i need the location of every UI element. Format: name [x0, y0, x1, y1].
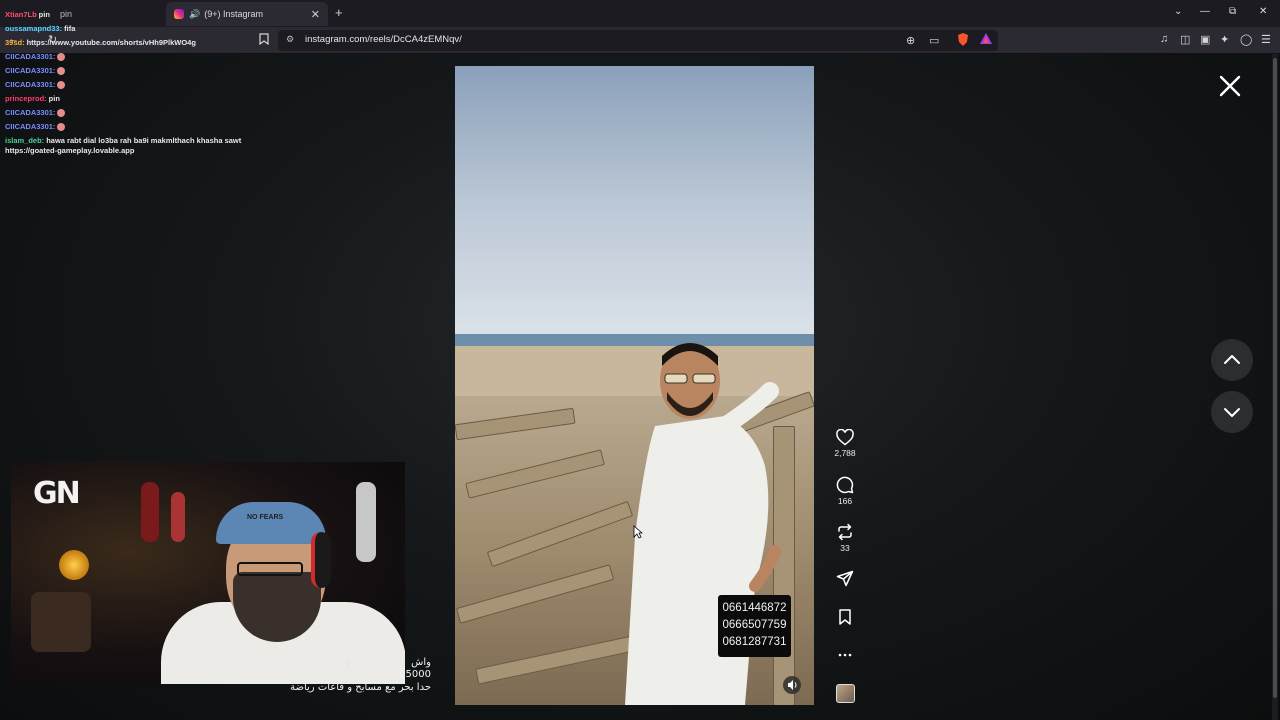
mute-button[interactable]	[783, 676, 801, 694]
url-text[interactable]: instagram.com/reels/DcCA4zEMNqv/	[305, 34, 462, 45]
scrollbar-thumb[interactable]	[1273, 58, 1277, 698]
chevron-up-icon	[1224, 355, 1240, 364]
figurine	[356, 482, 376, 562]
chat-user: oussamapnd33:	[5, 24, 63, 33]
phone-number: 0681287731	[722, 636, 787, 648]
stream-chat: Xtian7Lb pin oussamapnd33: fifa 39sd: https…	[5, 8, 245, 156]
glasses	[237, 562, 303, 576]
close-tab-icon[interactable]: ✕	[311, 8, 320, 21]
minimize-icon[interactable]: —	[1200, 6, 1210, 17]
figurine	[141, 482, 159, 542]
rewards-icon[interactable]	[980, 33, 992, 48]
emote-icon	[57, 67, 66, 76]
chat-message: CIICADA3301:	[5, 106, 245, 120]
previous-reel-button[interactable]	[1211, 339, 1253, 381]
chat-message: islam_deb: hawa rabt dial lo3ba rah ba9i …	[5, 136, 245, 156]
zoom-icon[interactable]: ⊕	[906, 34, 915, 47]
audio-thumbnail[interactable]	[836, 684, 855, 703]
comment-count: 166	[837, 496, 853, 506]
chat-user: CIICADA3301:	[5, 122, 56, 131]
caption-line: واش	[411, 657, 431, 668]
save-button[interactable]	[828, 608, 862, 626]
mouse-cursor	[633, 525, 643, 539]
heart-icon	[836, 429, 854, 446]
jumpman-logo-icon	[342, 656, 354, 673]
figurine	[171, 492, 185, 542]
like-count: 2,788	[834, 448, 856, 458]
emote-icon	[57, 53, 66, 62]
chat-message: CIICADA3301:	[5, 120, 245, 134]
chat-user: CIICADA3301:	[5, 66, 56, 75]
leo-ai-icon[interactable]: ✦	[1220, 33, 1229, 46]
speaker-icon	[788, 680, 797, 690]
chat-message: Xtian7Lb pin	[5, 8, 245, 22]
vpn-icon[interactable]: ◯	[1240, 33, 1252, 46]
cast-icon[interactable]: ▭	[929, 34, 939, 47]
chat-user: Xtian7Lb	[5, 10, 37, 19]
phone-number: 0666507759	[722, 619, 787, 631]
bookmark-icon	[839, 609, 851, 625]
phone-number: 0661446872	[722, 602, 787, 614]
more-options-button[interactable]	[828, 646, 862, 664]
chat-user: CIICADA3301:	[5, 80, 56, 89]
chat-user: CIICADA3301:	[5, 108, 56, 117]
shelf-decor	[31, 592, 91, 652]
chat-message: oussamapnd33: fifa	[5, 22, 245, 36]
chat-text: pin	[48, 94, 60, 103]
chat-text: fifa	[64, 24, 76, 33]
share-button[interactable]	[828, 570, 862, 588]
menu-icon[interactable]: ☰	[1261, 33, 1271, 46]
emote-icon	[57, 109, 66, 118]
window-close-icon[interactable]: ✕	[1259, 6, 1267, 17]
bookmark-icon[interactable]	[259, 33, 269, 48]
caption-line: 05000	[399, 669, 431, 680]
chat-user: 39sd:	[5, 38, 25, 47]
chat-message: CIICADA3301:	[5, 64, 245, 78]
repost-button[interactable]: 33	[828, 523, 862, 553]
channel-logo: GN	[33, 476, 81, 511]
comment-button[interactable]: 166	[828, 476, 862, 506]
emote-icon	[57, 123, 66, 132]
close-icon[interactable]	[1217, 73, 1243, 99]
wallet-icon[interactable]: ▣	[1200, 33, 1210, 46]
caption-line: حدا بحر مع مسابح و قاعات رياضة	[290, 682, 431, 693]
emote-icon	[57, 81, 66, 90]
chat-user: princeprod:	[5, 94, 47, 103]
comment-icon	[836, 476, 854, 494]
phone-numbers-overlay: 0661446872 0666507759 0681287731	[718, 595, 791, 657]
headphones	[311, 532, 331, 588]
repost-count: 33	[840, 543, 850, 553]
like-button[interactable]: 2,788	[828, 429, 862, 458]
brave-shield-icon[interactable]	[957, 33, 969, 49]
chat-text: https://www.youtube.com/shorts/vHh9PlkWO…	[26, 38, 196, 47]
sidebar-icon[interactable]: ◫	[1180, 33, 1190, 46]
restore-icon[interactable]: ⧉	[1229, 6, 1236, 17]
more-icon	[838, 653, 852, 657]
tab-list-icon[interactable]: ⌄	[1174, 6, 1182, 17]
screen: pin 🔊 (9+) Instagram ✕ + ⌄ — ⧉ ✕ ← ↻ ⚙ i…	[0, 0, 1280, 720]
site-info-icon[interactable]: ⚙	[286, 34, 294, 45]
chat-message: 39sd: https://www.youtube.com/shorts/vHh9…	[5, 36, 245, 50]
chat-user: CIICADA3301:	[5, 52, 56, 61]
chevron-down-icon	[1224, 408, 1240, 417]
next-reel-button[interactable]	[1211, 391, 1253, 433]
person-cap	[216, 502, 326, 544]
repost-icon	[838, 523, 852, 541]
send-icon	[836, 570, 854, 587]
video-sky	[455, 66, 814, 356]
webcam-feed: GN NO FEARS	[11, 462, 405, 684]
music-icon[interactable]: ♫	[1160, 33, 1168, 45]
chat-message: CIICADA3301:	[5, 78, 245, 92]
chat-text: pin	[38, 10, 50, 19]
chat-user: islam_deb:	[5, 136, 45, 145]
new-tab-icon[interactable]: +	[335, 5, 343, 20]
address-bar[interactable]: ⚙ instagram.com/reels/DcCA4zEMNqv/ ⊕ ▭	[278, 30, 998, 51]
chat-message: princeprod: pin	[5, 92, 245, 106]
lamp-decor	[59, 550, 89, 580]
chat-message: CIICADA3301:	[5, 50, 245, 64]
cap-text: NO FEARS	[247, 514, 284, 521]
